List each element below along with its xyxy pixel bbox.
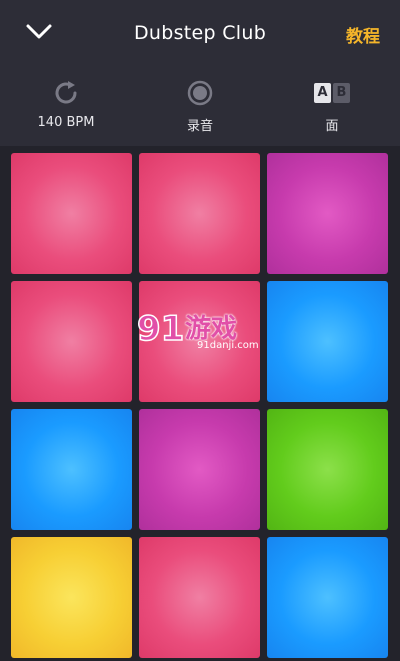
app-title: Dubstep Club bbox=[133, 22, 267, 44]
ab-toggle-icon: A B bbox=[272, 78, 392, 108]
ab-side-button[interactable]: A B 面 bbox=[272, 78, 392, 134]
pad-11[interactable] bbox=[139, 537, 260, 658]
pad-4[interactable] bbox=[11, 281, 132, 402]
ab-label: 面 bbox=[325, 119, 339, 134]
bpm-button[interactable]: 140 BPM bbox=[6, 78, 126, 130]
refresh-icon bbox=[55, 81, 77, 104]
pad-2[interactable] bbox=[139, 153, 260, 274]
header: Dubstep Club 教程 bbox=[0, 0, 400, 70]
tutorial-link[interactable]: 教程 bbox=[346, 22, 380, 47]
record-button[interactable]: 录音 bbox=[140, 78, 260, 134]
pad-6[interactable] bbox=[267, 281, 388, 402]
pad-1[interactable] bbox=[11, 153, 132, 274]
record-icon bbox=[187, 80, 213, 106]
toolbar: 140 BPM 录音 A B 面 bbox=[0, 70, 400, 146]
pad-9[interactable] bbox=[267, 409, 388, 530]
bpm-label: 140 BPM bbox=[37, 115, 95, 130]
watermark-logo-icon: 91 bbox=[136, 308, 185, 350]
ab-b-icon: B bbox=[333, 83, 350, 103]
watermark: 91 游戏 91danji.com bbox=[135, 304, 270, 356]
pad-12[interactable] bbox=[267, 537, 388, 658]
record-label: 录音 bbox=[186, 119, 213, 134]
pad-8[interactable] bbox=[139, 409, 260, 530]
svg-text:91: 91 bbox=[137, 309, 184, 349]
pad-3[interactable] bbox=[267, 153, 388, 274]
watermark-site: 91danji.com bbox=[197, 340, 259, 351]
ab-a-icon: A bbox=[314, 83, 331, 103]
pad-10[interactable] bbox=[11, 537, 132, 658]
pad-7[interactable] bbox=[11, 409, 132, 530]
